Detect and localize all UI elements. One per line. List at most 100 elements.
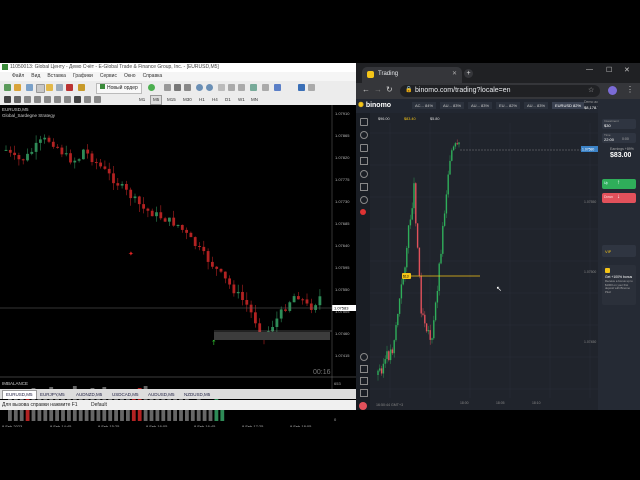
site-logo[interactable]: ✺ binomo (358, 101, 391, 111)
vip-banner[interactable]: VIP (602, 245, 636, 257)
text-icon[interactable] (74, 96, 81, 103)
horizontal-line-icon[interactable] (34, 96, 41, 103)
menu-tools[interactable]: Сервис (100, 72, 117, 81)
back-icon[interactable]: ← (362, 85, 370, 94)
timeframe-d1[interactable]: D1 (222, 95, 234, 105)
candle (442, 225, 444, 254)
menu-file[interactable]: Файл (12, 72, 24, 81)
candlestick-icon[interactable] (174, 84, 181, 91)
browser-tab[interactable]: Trading ✕ (362, 67, 462, 83)
profiles-icon[interactable] (14, 84, 21, 91)
crosshair-icon[interactable] (14, 96, 21, 103)
forward-icon[interactable]: → (374, 85, 382, 94)
terminal-icon[interactable] (56, 84, 63, 91)
menu-charts[interactable]: Графики (73, 72, 93, 81)
chat-icon[interactable] (360, 144, 368, 152)
tile-windows-icon[interactable] (218, 84, 225, 91)
data-window-icon[interactable] (36, 84, 45, 93)
settings-icon[interactable] (360, 353, 368, 361)
investment-box[interactable]: Investment $30 (602, 119, 636, 129)
chart-tab[interactable]: AUDUSD,M5 (148, 391, 175, 399)
zoom-in-icon[interactable] (196, 84, 203, 91)
timeframe-h4[interactable]: H4 (209, 95, 221, 105)
trading-chart[interactable]: $96.00 $83.40 $5.80 1.07580 $13 ↖ 1.0755… (370, 113, 598, 410)
leaderboard-icon[interactable] (360, 157, 368, 165)
timeframe-m30[interactable]: M30 (180, 95, 195, 105)
help-icon[interactable] (360, 196, 368, 204)
timeframe-m1[interactable]: M1 (136, 95, 148, 105)
chart-shift-icon[interactable] (228, 84, 235, 91)
channel-icon[interactable] (54, 96, 61, 103)
chart-area[interactable]: EURUSD,M5 Global_Sardegne Strategy 1.079… (0, 105, 356, 427)
calendar-icon[interactable] (360, 183, 368, 191)
history-icon[interactable] (360, 131, 368, 139)
tester-icon[interactable] (66, 84, 73, 91)
vertical-line-icon[interactable] (24, 96, 31, 103)
fibonacci-icon[interactable] (64, 96, 71, 103)
chart-tab[interactable]: AUDNZD,M5 (76, 391, 102, 399)
asset-tab[interactable]: AU... 83% (440, 102, 465, 109)
autoscroll-icon[interactable] (238, 84, 245, 91)
new-chart-icon[interactable] (4, 84, 11, 91)
label-icon[interactable] (84, 96, 91, 103)
timeframe-icon[interactable] (360, 389, 368, 397)
support-icon[interactable] (359, 402, 367, 410)
tournaments-icon[interactable] (360, 170, 368, 178)
chart-tab[interactable]: NZDUSD,M5 (184, 391, 210, 399)
timeframe-mn[interactable]: MN (248, 95, 261, 105)
close-tab-icon[interactable]: ✕ (452, 70, 457, 79)
market-watch-icon[interactable] (26, 84, 33, 91)
navigator-icon[interactable] (46, 84, 53, 91)
candle (120, 183, 124, 186)
browser-menu-icon[interactable]: ⋮ (626, 85, 634, 94)
up-button[interactable]: ↑ Up (602, 179, 636, 189)
chart-tab[interactable]: EURUSD,M5 (2, 390, 37, 399)
templates-icon[interactable] (274, 84, 281, 91)
notifications-icon[interactable] (360, 209, 366, 215)
timer-value: 0:00 (622, 137, 629, 141)
menu-insert[interactable]: Вставка (47, 72, 66, 81)
trade-icon[interactable] (360, 118, 368, 126)
menu-view[interactable]: Вид (31, 72, 40, 81)
maximize-icon[interactable]: ☐ (606, 66, 612, 74)
meta-editor-icon[interactable] (78, 84, 85, 91)
close-window-icon[interactable]: ✕ (624, 66, 630, 74)
draw-icon[interactable] (360, 365, 368, 373)
menu-help[interactable]: Справка (143, 72, 163, 81)
timeframe-m15[interactable]: M15 (164, 95, 179, 105)
options-icon[interactable] (308, 84, 315, 91)
arrows-icon[interactable] (94, 96, 101, 103)
timeframe-h1[interactable]: H1 (196, 95, 208, 105)
down-button[interactable]: ↓ Down (602, 193, 636, 203)
asset-tab[interactable]: AU... 83% (468, 102, 493, 109)
asset-tab[interactable]: AU... 83% (524, 102, 549, 109)
timeframe-m5[interactable]: M5 (150, 95, 163, 105)
asset-tab[interactable]: EU... 82% (496, 102, 521, 109)
minimize-icon[interactable]: — (586, 66, 593, 73)
cursor-icon[interactable] (4, 96, 11, 103)
promo-card[interactable]: Get +100% bonus Receive a bonus up to $1… (602, 265, 636, 305)
reload-icon[interactable]: ↻ (386, 85, 393, 94)
chart-tab[interactable]: EURJPY,M5 (40, 391, 65, 399)
periods-icon[interactable] (262, 84, 269, 91)
trendline-icon[interactable] (44, 96, 51, 103)
menu-window[interactable]: Окно (124, 72, 136, 81)
address-bar[interactable]: 🔒 binomo.com/trading?locale=en ☆ (400, 85, 600, 97)
indicators-icon[interactable] (250, 84, 257, 91)
auto-trading-icon[interactable] (148, 84, 155, 91)
time-box[interactable]: Time 22:00 0:00 (602, 133, 636, 143)
line-chart-icon[interactable] (184, 84, 191, 91)
profile-avatar[interactable] (608, 86, 617, 95)
colors-icon[interactable] (298, 84, 305, 91)
price-axis-label: 1.07820 (335, 155, 350, 160)
indicator-icon[interactable] (360, 377, 368, 385)
asset-tab[interactable]: AC... 84% (412, 102, 437, 109)
chart-tab[interactable]: USDCAD,M5 (112, 391, 139, 399)
bookmark-star-icon[interactable]: ☆ (588, 86, 594, 94)
new-order-button[interactable]: Новый ордер (96, 83, 142, 94)
new-tab-icon[interactable]: + (464, 69, 473, 78)
timeframe-w1[interactable]: W1 (235, 95, 248, 105)
bar-chart-icon[interactable] (164, 84, 171, 91)
zoom-out-icon[interactable] (206, 84, 213, 91)
asset-tab-active[interactable]: EURUSD 82% (552, 102, 585, 109)
